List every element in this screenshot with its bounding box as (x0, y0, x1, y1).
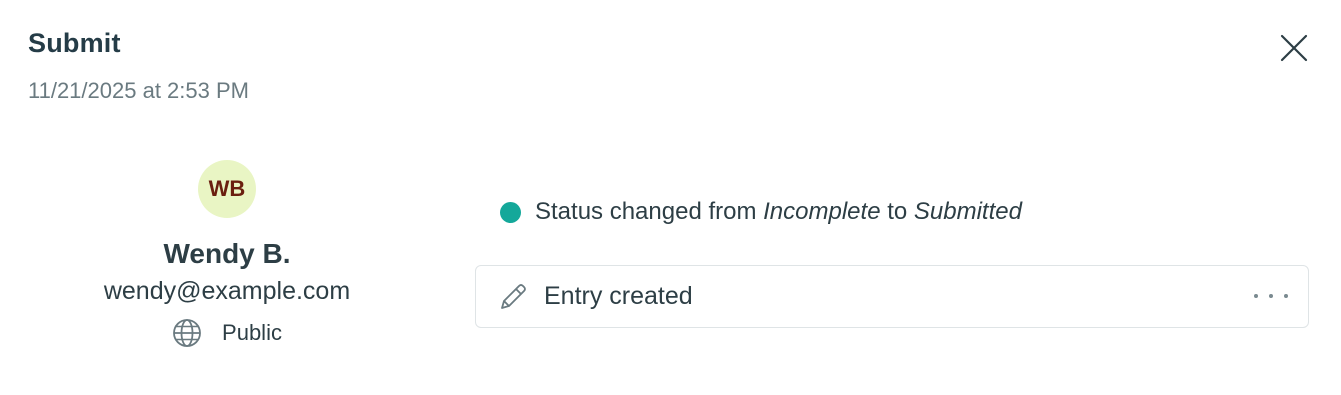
status-connector: to (887, 198, 908, 225)
user-name: Wendy B. (163, 238, 291, 269)
activity-detail-panel: Submit 11/21/2025 at 2:53 PM WB Wendy B.… (0, 0, 1341, 395)
avatar-initials: WB (208, 176, 246, 201)
more-options-button[interactable] (1254, 284, 1288, 308)
close-icon (1276, 30, 1312, 66)
status-from: Incomplete (763, 198, 881, 225)
status-dot (500, 201, 521, 223)
globe-icon (172, 318, 202, 348)
page-title: Submit (28, 28, 121, 58)
visibility-label: Public (222, 320, 282, 345)
pencil-icon (496, 280, 530, 314)
entry-created-card: Entry created (475, 265, 1309, 328)
entry-label: Entry created (544, 282, 693, 310)
visibility-indicator: Public (57, 318, 397, 348)
user-email: wendy@example.com (103, 277, 351, 305)
timestamp: 11/21/2025 at 2:53 PM (28, 78, 249, 103)
status-prefix: Status changed from (535, 198, 757, 225)
avatar: WB (198, 160, 256, 218)
more-options-icon (1254, 294, 1258, 298)
status-to: Submitted (913, 198, 1022, 225)
status-change-event: Status changed from Incomplete to Submit… (500, 198, 1022, 226)
close-button[interactable] (1276, 30, 1312, 66)
user-info: WB Wendy B. wendy@example.com Public (57, 160, 397, 348)
